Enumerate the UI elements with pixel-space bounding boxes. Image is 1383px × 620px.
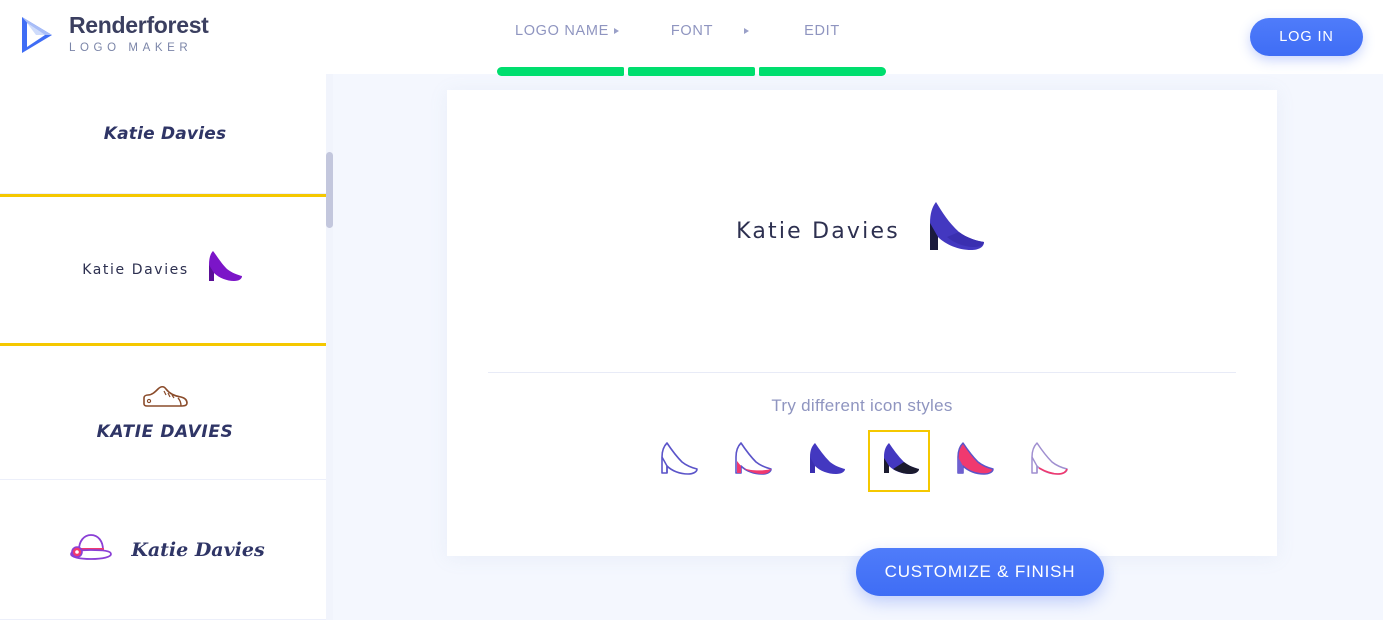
- variant-name: Katie Davies: [131, 538, 265, 561]
- list-item-selected[interactable]: Katie Davies: [0, 194, 330, 346]
- list-item[interactable]: Katie Davies: [0, 74, 330, 194]
- variant-content: Katie Davies: [65, 530, 265, 569]
- login-button[interactable]: LOG IN: [1250, 18, 1363, 56]
- sidebar-scrollbar[interactable]: [326, 74, 333, 620]
- sneaker-icon: [140, 383, 190, 416]
- brand-logo[interactable]: Renderforest LOGO MAKER: [18, 13, 209, 57]
- high-heel-solid-blue-icon: [803, 439, 847, 484]
- icon-style-option-6[interactable]: [1016, 430, 1078, 492]
- logo-preview-card: Katie Davies Try different icon styles C…: [447, 90, 1277, 596]
- logo-maker-app: Renderforest LOGO MAKER LOGO NAME FONT E…: [0, 0, 1383, 620]
- icon-styles-row: [447, 430, 1277, 492]
- nav-label-edit[interactable]: EDIT: [804, 23, 840, 39]
- caret-right-icon: [744, 28, 749, 34]
- brand-text: Renderforest LOGO MAKER: [69, 13, 209, 57]
- icon-style-option-4-selected[interactable]: [868, 430, 930, 492]
- nav-label-logo-name[interactable]: LOGO NAME: [515, 23, 609, 39]
- icon-style-option-5[interactable]: [942, 430, 1004, 492]
- variant-content: KATIE DAVIES: [97, 383, 234, 442]
- list-item[interactable]: Katie Davies: [0, 480, 330, 620]
- logo-preview-name: Katie Davies: [736, 218, 900, 244]
- progress-bar-step-1: [497, 67, 624, 76]
- logo-preview-content: Katie Davies: [736, 196, 988, 267]
- variant-name: Katie Davies: [82, 262, 189, 278]
- caret-right-icon: [614, 28, 619, 34]
- nav-links-row: LOGO NAME FONT EDIT: [497, 0, 887, 62]
- high-heel-icon: [916, 196, 988, 267]
- nav-label-font[interactable]: FONT: [671, 23, 713, 39]
- progress-bar-step-2: [628, 67, 755, 76]
- nav-item-logo-name[interactable]: LOGO NAME: [497, 0, 627, 62]
- variant-name: Katie Davies: [103, 123, 227, 144]
- high-heel-light-pink-outline-icon: [1025, 439, 1069, 484]
- brand-subtitle: LOGO MAKER: [69, 41, 193, 54]
- icon-styles-title: Try different icon styles: [771, 396, 953, 415]
- nav-item-font[interactable]: FONT: [627, 0, 757, 62]
- logo-variants-sidebar[interactable]: Katie Davies Katie Davies KATIE DAVIES K…: [0, 74, 330, 620]
- logo-preview: Katie Davies: [447, 90, 1277, 372]
- play-triangle-icon: [18, 14, 56, 56]
- nav-item-edit[interactable]: EDIT: [757, 0, 887, 62]
- high-heel-outline-pink-fill-icon: [729, 439, 773, 484]
- progress-bars: [497, 67, 886, 76]
- icon-style-option-2[interactable]: [720, 430, 782, 492]
- main-content: Katie Davies Try different icon styles C…: [330, 74, 1383, 620]
- variant-name: KATIE DAVIES: [96, 422, 234, 442]
- icon-style-option-1[interactable]: [646, 430, 708, 492]
- high-heel-icon: [201, 247, 245, 294]
- app-header: Renderforest LOGO MAKER LOGO NAME FONT E…: [0, 0, 1383, 76]
- high-heel-outline-icon: [655, 439, 699, 484]
- sidebar-scrollbar-thumb[interactable]: [326, 152, 333, 228]
- high-heel-solid-blue-black-heel-icon: [877, 439, 921, 484]
- progress-bar-step-3: [759, 67, 886, 76]
- high-heel-pink-fill-icon: [951, 439, 995, 484]
- hat-icon: [65, 530, 117, 569]
- step-navigation: LOGO NAME FONT EDIT: [497, 0, 887, 76]
- icon-style-option-3[interactable]: [794, 430, 856, 492]
- variant-content: Katie Davies: [104, 124, 227, 144]
- list-item[interactable]: KATIE DAVIES: [0, 346, 330, 480]
- brand-name: Renderforest: [69, 12, 209, 38]
- section-divider: [488, 372, 1236, 373]
- variant-content: Katie Davies: [82, 247, 245, 294]
- customize-finish-button[interactable]: CUSTOMIZE & FINISH: [856, 548, 1104, 596]
